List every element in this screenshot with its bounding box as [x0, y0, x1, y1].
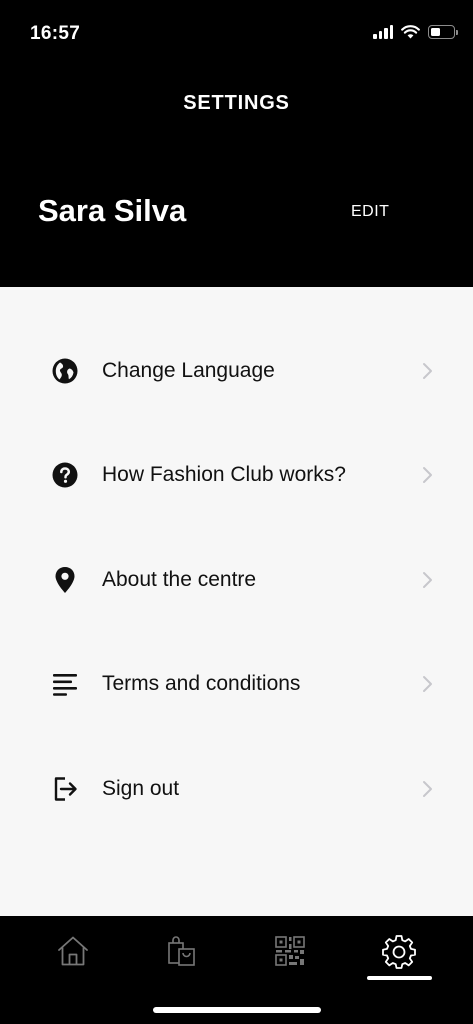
menu-item-label: Change Language: [102, 359, 275, 382]
menu-item-sign-out[interactable]: Sign out: [0, 744, 473, 834]
menu-item-label: Terms and conditions: [102, 672, 301, 695]
home-indicator: [153, 1007, 321, 1013]
header: 16:57 SETTINGS Sara Silva EDIT: [0, 0, 473, 287]
sign-out-icon: [51, 775, 79, 803]
edit-profile-button[interactable]: EDIT: [351, 203, 389, 221]
chevron-right-icon: [423, 676, 432, 692]
wifi-icon: [401, 25, 420, 39]
tab-settings[interactable]: [369, 934, 429, 994]
chevron-right-icon: [423, 363, 432, 379]
chevron-right-icon: [423, 781, 432, 797]
menu-item-about-the-centre[interactable]: About the centre: [0, 535, 473, 625]
cellular-signal-icon: [373, 25, 393, 39]
tab-qr-code[interactable]: [260, 934, 320, 994]
location-pin-icon: [51, 566, 79, 594]
status-time: 16:57: [30, 23, 81, 44]
tab-home[interactable]: [43, 934, 103, 994]
home-icon: [58, 936, 88, 966]
qr-code-icon: [275, 936, 305, 966]
settings-menu: Change Language How Fashion Club works? …: [0, 287, 473, 916]
shopping-bags-icon: [168, 936, 195, 966]
menu-item-label: About the centre: [102, 568, 257, 591]
text-lines-icon: [51, 670, 79, 698]
page-title: SETTINGS: [183, 92, 290, 114]
chevron-right-icon: [423, 572, 432, 588]
active-tab-indicator: [367, 976, 432, 980]
gear-icon: [382, 935, 416, 969]
menu-item-terms-and-conditions[interactable]: Terms and conditions: [0, 639, 473, 729]
status-icons: [373, 25, 458, 39]
battery-icon: [428, 25, 458, 39]
menu-item-label: How Fashion Club works?: [102, 463, 346, 486]
menu-item-how-fashion-club-works[interactable]: How Fashion Club works?: [0, 430, 473, 520]
chevron-right-icon: [423, 467, 432, 483]
user-name: Sara Silva: [38, 193, 187, 228]
menu-item-change-language[interactable]: Change Language: [0, 326, 473, 416]
menu-item-label: Sign out: [102, 777, 180, 800]
globe-icon: [51, 357, 79, 385]
tab-shopping[interactable]: [152, 934, 212, 994]
help-circle-icon: [51, 461, 79, 489]
